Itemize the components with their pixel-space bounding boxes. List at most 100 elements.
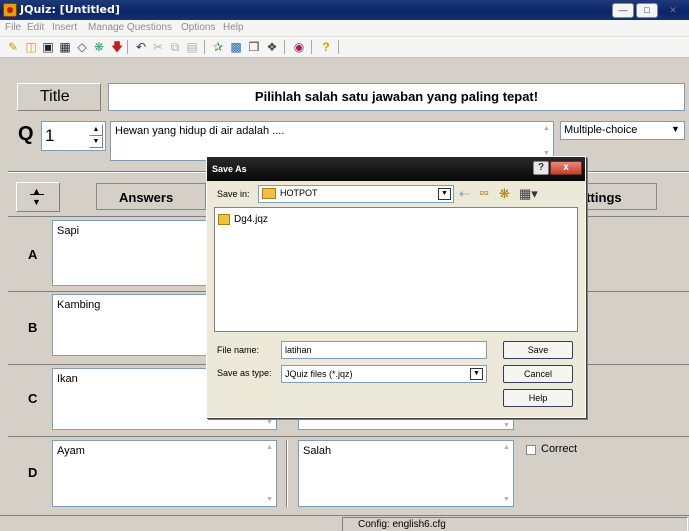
open-folder-icon[interactable]: ◫ bbox=[23, 39, 39, 55]
answer-c-text: Ikan bbox=[57, 373, 78, 385]
save-in-value: HOTPOT bbox=[280, 188, 318, 198]
spinner-down-icon[interactable]: ▼ bbox=[89, 136, 103, 148]
question-label: Q bbox=[18, 123, 34, 145]
answer-b-text: Kambing bbox=[57, 299, 101, 311]
answers-label: Answers bbox=[119, 190, 174, 205]
menu-options[interactable]: Options bbox=[181, 22, 215, 33]
feedback-c-input[interactable]: ▼ bbox=[298, 418, 514, 430]
divider bbox=[286, 440, 288, 507]
feedback-c-scrollbar[interactable]: ▼ bbox=[500, 418, 513, 429]
file-item[interactable]: Dg4.jqz bbox=[234, 214, 268, 225]
arrow-down-icon: ▼ bbox=[32, 197, 41, 207]
answer-d-text: Ayam bbox=[57, 445, 85, 457]
feedback-d-input[interactable]: Salah ▲ ▼ bbox=[298, 440, 514, 507]
question-text-input[interactable]: Hewan yang hidup di air adalah .... ▲ ▼ bbox=[110, 121, 554, 161]
hot-potatoes-app-icon bbox=[3, 3, 17, 17]
help-icon[interactable]: ? bbox=[318, 39, 334, 55]
menu-manage-questions[interactable]: Manage Questions bbox=[88, 22, 172, 33]
dialog-titlebar[interactable]: Save As ? x bbox=[207, 157, 585, 181]
file-name-value: latihan bbox=[285, 345, 312, 355]
menu-edit[interactable]: Edit bbox=[27, 22, 44, 33]
undo-icon[interactable]: ↶ bbox=[133, 39, 149, 55]
save-type-value: JQuiz files (*.jqz) bbox=[285, 369, 353, 379]
toolbar: ✎ ◫ ▣ ▦ ◇ ❋ 🡇 ↶ ✂ ⧉ ▤ ✰ ▩ ❒ ❖ ◉ ? bbox=[0, 37, 689, 58]
status-panel: Config: english6.cfg bbox=[342, 517, 688, 531]
menu-bar: File Edit Insert Manage Questions Option… bbox=[0, 20, 689, 37]
menu-file[interactable]: File bbox=[5, 22, 21, 33]
cancel-button[interactable]: Cancel bbox=[503, 365, 573, 383]
new-folder-icon[interactable]: ❋ bbox=[499, 186, 510, 202]
title-label-box: Title bbox=[17, 83, 101, 111]
title-input-value: Pilihlah salah satu jawaban yang paling … bbox=[254, 89, 539, 104]
save-as-dialog: Save As ? x Save in: HOTPOT ▼ ⇠ ⮹ ❋ ▦▾ D… bbox=[206, 156, 586, 418]
answer-d-input[interactable]: Ayam ▲ ▼ bbox=[52, 440, 277, 507]
jqz-file-icon bbox=[218, 214, 230, 225]
question-number-spinner[interactable]: 1 ▲ ▼ bbox=[41, 121, 106, 151]
insert-link-icon[interactable]: ❒ bbox=[246, 39, 262, 55]
insert-picture-icon[interactable]: ▩ bbox=[228, 39, 244, 55]
question-scrollbar[interactable]: ▲ ▼ bbox=[540, 122, 553, 160]
question-type-select[interactable]: Multiple-choice ▼ bbox=[560, 121, 685, 140]
file-name-label: File name: bbox=[217, 345, 260, 355]
copy-icon[interactable]: ⧉ bbox=[167, 39, 183, 55]
status-bar: Config: english6.cfg bbox=[0, 515, 689, 531]
question-number: 1 bbox=[45, 126, 55, 145]
download-arrow-icon[interactable]: 🡇 bbox=[109, 39, 125, 55]
answer-letter-b: B bbox=[28, 320, 38, 335]
save-in-select[interactable]: HOTPOT ▼ bbox=[258, 185, 454, 203]
title-input[interactable]: Pilihlah salah satu jawaban yang paling … bbox=[108, 83, 685, 111]
answer-letter-c: C bbox=[28, 391, 38, 406]
save-as-icon[interactable]: ▦ bbox=[57, 39, 73, 55]
correct-d-checkbox[interactable] bbox=[526, 445, 536, 455]
chevron-down-icon: ▼ bbox=[470, 368, 483, 380]
close-button[interactable]: ✕ bbox=[662, 3, 684, 18]
dialog-close-button[interactable]: x bbox=[550, 161, 582, 175]
save-type-label: Save as type: bbox=[217, 368, 272, 378]
file-name-input[interactable]: latihan bbox=[281, 341, 487, 359]
view-menu-icon[interactable]: ▦▾ bbox=[519, 186, 538, 202]
cut-icon[interactable]: ✂ bbox=[150, 39, 166, 55]
up-folder-icon[interactable]: ⮹ bbox=[479, 186, 489, 202]
toolbar-separator bbox=[127, 40, 128, 54]
toolbar-separator bbox=[204, 40, 205, 54]
folder-icon bbox=[262, 188, 276, 199]
insert-media-icon[interactable]: ❖ bbox=[264, 39, 280, 55]
toolbar-separator bbox=[338, 40, 339, 54]
answers-header-button[interactable]: Answers bbox=[96, 183, 206, 210]
help-button[interactable]: Help bbox=[503, 389, 573, 407]
toolbar-separator bbox=[311, 40, 312, 54]
chevron-down-icon: ▼ bbox=[438, 188, 451, 200]
feedback-d-scrollbar[interactable]: ▲ ▼ bbox=[500, 441, 513, 506]
menu-help[interactable]: Help bbox=[223, 22, 244, 33]
window-title: JQuiz: [Untitled] bbox=[20, 3, 120, 16]
question-text: Hewan yang hidup di air adalah .... bbox=[115, 125, 285, 137]
menu-insert[interactable]: Insert bbox=[52, 22, 77, 33]
dialog-help-button[interactable]: ? bbox=[533, 161, 549, 175]
window-titlebar[interactable]: JQuiz: [Untitled] — □ ✕ bbox=[0, 0, 689, 20]
dialog-title: Save As bbox=[212, 164, 247, 174]
add-text-icon[interactable]: ✰ bbox=[210, 39, 226, 55]
reorder-answers-button[interactable]: ▲ ▼ bbox=[16, 182, 60, 212]
title-label: Title bbox=[40, 88, 70, 105]
config-status: Config: english6.cfg bbox=[358, 519, 446, 530]
minimize-button[interactable]: — bbox=[612, 3, 634, 18]
spinner-up-icon[interactable]: ▲ bbox=[89, 124, 103, 136]
answer-letter-a: A bbox=[28, 247, 38, 262]
back-icon[interactable]: ⇠ bbox=[459, 186, 470, 202]
config-icon[interactable]: ◉ bbox=[291, 39, 307, 55]
feedback-d-text: Salah bbox=[303, 445, 332, 457]
new-file-icon[interactable]: ✎ bbox=[5, 39, 21, 55]
save-in-label: Save in: bbox=[217, 189, 250, 199]
save-button[interactable]: Save bbox=[503, 341, 573, 359]
answer-letter-d: D bbox=[28, 465, 38, 480]
paste-icon[interactable]: ▤ bbox=[184, 39, 200, 55]
file-list[interactable]: Dg4.jqz bbox=[214, 207, 578, 332]
save-type-select[interactable]: JQuiz files (*.jqz) ▼ bbox=[281, 365, 487, 383]
correct-d-label: Correct bbox=[541, 443, 578, 455]
export-web-icon[interactable]: ❋ bbox=[91, 39, 107, 55]
clear-icon[interactable]: ◇ bbox=[74, 39, 90, 55]
answer-d-scrollbar[interactable]: ▲ ▼ bbox=[263, 441, 276, 506]
chevron-down-icon: ▼ bbox=[671, 124, 680, 134]
maximize-button[interactable]: □ bbox=[636, 3, 658, 18]
save-icon[interactable]: ▣ bbox=[40, 39, 56, 55]
